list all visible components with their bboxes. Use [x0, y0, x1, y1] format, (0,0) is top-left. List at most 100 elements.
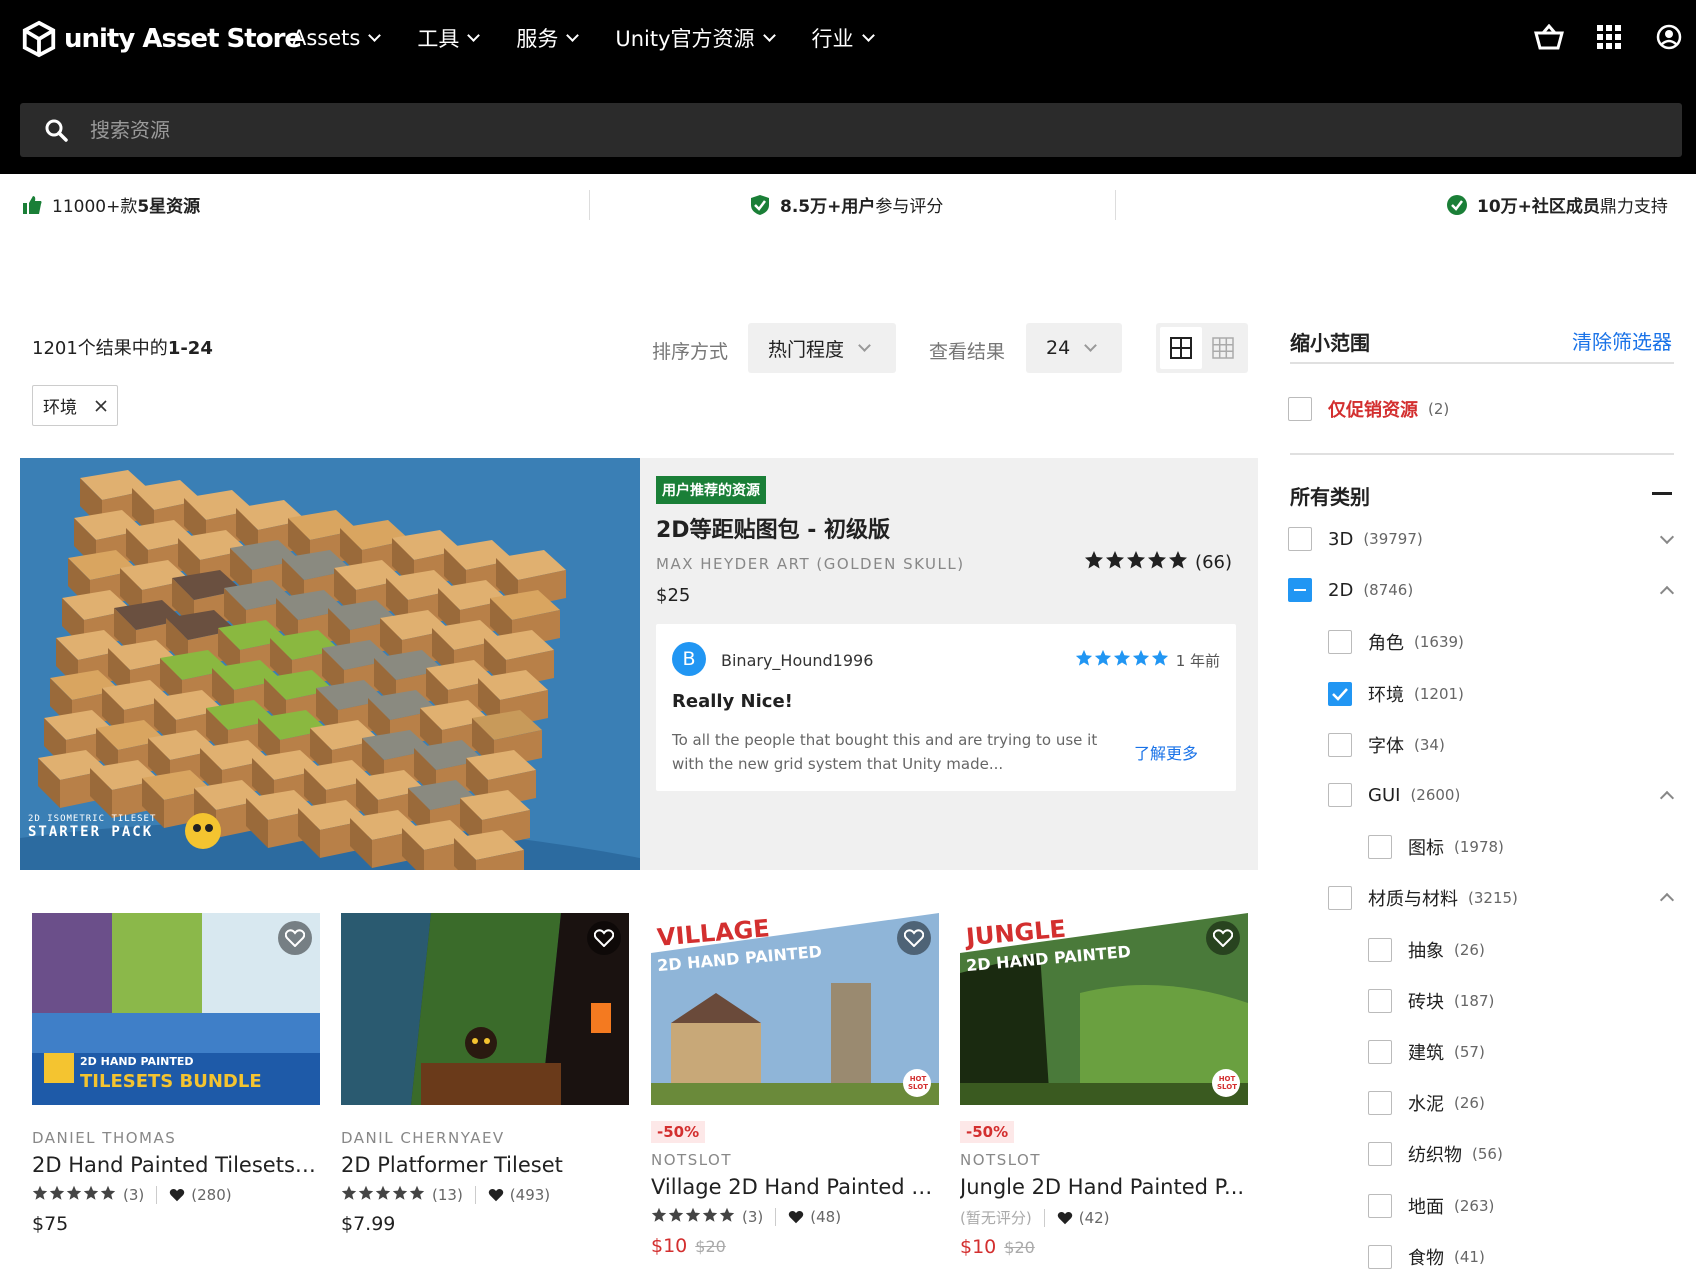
category-building[interactable]: 建筑 (57) [1368, 1039, 1485, 1065]
grid-large-view-button[interactable] [1160, 327, 1202, 369]
category-characters[interactable]: 角色 (1639) [1328, 629, 1464, 655]
featured-publisher[interactable]: MAX HEYDER ART (GOLDEN SKULL) [656, 555, 965, 573]
checkbox[interactable] [1368, 1193, 1392, 1218]
category-fonts[interactable]: 字体 (34) [1328, 732, 1445, 758]
star-icon [1169, 551, 1188, 569]
card-name[interactable]: Village 2D Hand Painted P... [651, 1175, 939, 1199]
close-icon[interactable] [95, 399, 107, 412]
asset-card[interactable]: DANIL CHERNYAEV 2D Platformer Tileset (1… [341, 913, 629, 1235]
checkbox[interactable] [1328, 732, 1352, 757]
asset-thumbnail[interactable]: VILLAGE 2D HAND PAINTED HOT SLOT [651, 913, 939, 1105]
active-filter-chip[interactable]: 环境 [32, 385, 118, 426]
chevron-up-icon[interactable] [1659, 790, 1675, 806]
chevron-up-icon[interactable] [1659, 586, 1675, 601]
favorite-button[interactable] [587, 921, 621, 955]
checkbox[interactable] [1328, 886, 1352, 911]
original-price: $20 [695, 1237, 726, 1256]
asset-thumbnail[interactable]: JUNGLE 2D HAND PAINTED HOT SLOT [960, 913, 1248, 1105]
apps-grid-icon[interactable] [1594, 22, 1624, 52]
checkbox[interactable] [1328, 630, 1352, 655]
card-publisher[interactable]: NOTSLOT [651, 1151, 939, 1169]
category-gui[interactable]: GUI (2600) [1328, 783, 1460, 807]
card-name[interactable]: 2D Hand Painted Tilesets ... [32, 1153, 320, 1177]
checkbox[interactable] [1328, 783, 1352, 807]
check-icon [1332, 687, 1348, 701]
filter-label: 地面 [1408, 1196, 1444, 1218]
category-fabric[interactable]: 纺织物 (56) [1368, 1141, 1503, 1167]
chevron-down-icon[interactable] [1659, 529, 1675, 545]
card-name[interactable]: Jungle 2D Hand Painted P... [960, 1175, 1248, 1199]
clear-filters-button[interactable]: 清除筛选器 [1572, 326, 1672, 355]
filter-count: (1978) [1454, 838, 1504, 857]
star-icon [32, 1185, 48, 1200]
nav-label: 工具 [417, 27, 460, 51]
checkbox[interactable] [1288, 527, 1312, 551]
category-2d[interactable]: 2D (8746) [1288, 578, 1413, 603]
checkbox[interactable] [1368, 1040, 1392, 1064]
checkbox[interactable] [1288, 397, 1312, 421]
unity-logo[interactable]: unity Asset Store [20, 20, 302, 58]
grid-small-view-button[interactable] [1202, 327, 1244, 369]
chevron-up-icon[interactable] [1659, 893, 1675, 908]
favorite-button[interactable] [897, 921, 931, 955]
filter-label: 建筑 [1408, 1043, 1444, 1064]
asset-thumbnail[interactable]: 2D HAND PAINTED TILESETS BUNDLE [32, 913, 320, 1105]
nav-unity-official[interactable]: Unity官方资源 [615, 22, 776, 54]
divider [1115, 190, 1116, 220]
view-count-select[interactable]: 24 [1026, 323, 1122, 373]
checkbox[interactable] [1368, 988, 1392, 1013]
checkbox[interactable] [1368, 937, 1392, 962]
nav-assets[interactable]: Assets [292, 22, 382, 54]
checkbox[interactable] [1328, 681, 1352, 706]
category-food[interactable]: 食物 (41) [1368, 1244, 1485, 1270]
nav-label: Unity官方资源 [615, 27, 755, 51]
featured-asset-image[interactable]: 2D ISOMETRIC TILESET STARTER PACK [20, 458, 640, 870]
card-meta: (13) (493) [341, 1185, 629, 1205]
nav-industries[interactable]: 行业 [812, 22, 875, 54]
featured-price: $25 [656, 585, 691, 606]
asset-thumbnail[interactable] [341, 913, 629, 1105]
cart-icon[interactable] [1534, 22, 1564, 52]
checkbox[interactable] [1368, 1091, 1392, 1116]
asset-card[interactable]: JUNGLE 2D HAND PAINTED HOT SLOT -50% NOT… [960, 913, 1248, 1258]
checkbox[interactable] [1368, 835, 1392, 860]
sort-select[interactable]: 热门程度 [748, 323, 896, 373]
category-3d[interactable]: 3D (39797) [1288, 527, 1423, 551]
card-name[interactable]: 2D Platformer Tileset [341, 1153, 629, 1177]
star-icon [100, 1185, 116, 1200]
search-icon[interactable] [44, 116, 72, 144]
asset-card[interactable]: 2D HAND PAINTED TILESETS BUNDLE DANIEL T… [32, 913, 320, 1235]
view-count-label: 查看结果 [929, 341, 1006, 363]
learn-more-link[interactable]: 了解更多 [1134, 740, 1198, 764]
collapse-icon[interactable] [1652, 492, 1672, 495]
category-floors[interactable]: 地面 (263) [1368, 1193, 1494, 1219]
checkbox[interactable] [1288, 578, 1312, 603]
category-environments[interactable]: 环境 (1201) [1328, 681, 1464, 707]
account-icon[interactable] [1654, 22, 1684, 52]
checkbox[interactable] [1368, 1244, 1392, 1269]
favorite-button[interactable] [1206, 921, 1240, 955]
favorite-button[interactable] [278, 921, 312, 955]
category-brick[interactable]: 砖块 (187) [1368, 988, 1494, 1014]
category-icons[interactable]: 图标 (1978) [1368, 834, 1504, 860]
nav-tools[interactable]: 工具 [417, 22, 481, 54]
card-price: $10 $20 [960, 1236, 1248, 1258]
featured-title[interactable]: 2D等距贴图包 - 初级版 [656, 512, 890, 544]
card-price: $7.99 [341, 1213, 396, 1235]
card-publisher[interactable]: DANIEL THOMAS [32, 1129, 320, 1147]
star-icon [392, 1185, 408, 1200]
card-meta: (3) (48) [651, 1207, 939, 1227]
checkbox[interactable] [1368, 1142, 1392, 1167]
search-input[interactable] [90, 118, 1590, 142]
category-concrete[interactable]: 水泥 (26) [1368, 1090, 1485, 1116]
card-publisher[interactable]: DANIL CHERNYAEV [341, 1129, 629, 1147]
heart-icon [170, 1189, 185, 1202]
category-textures-materials[interactable]: 材质与材料 (3215) [1328, 885, 1518, 911]
nav-services[interactable]: 服务 [516, 22, 580, 54]
asset-card[interactable]: VILLAGE 2D HAND PAINTED HOT SLOT -50% NO… [651, 913, 939, 1257]
category-abstract[interactable]: 抽象 (26) [1368, 937, 1485, 963]
promo-only-filter[interactable]: 仅促销资源 (2) [1288, 396, 1449, 422]
star-icon [409, 1185, 425, 1200]
sale-price: $10 [960, 1236, 997, 1258]
card-publisher[interactable]: NOTSLOT [960, 1151, 1248, 1169]
